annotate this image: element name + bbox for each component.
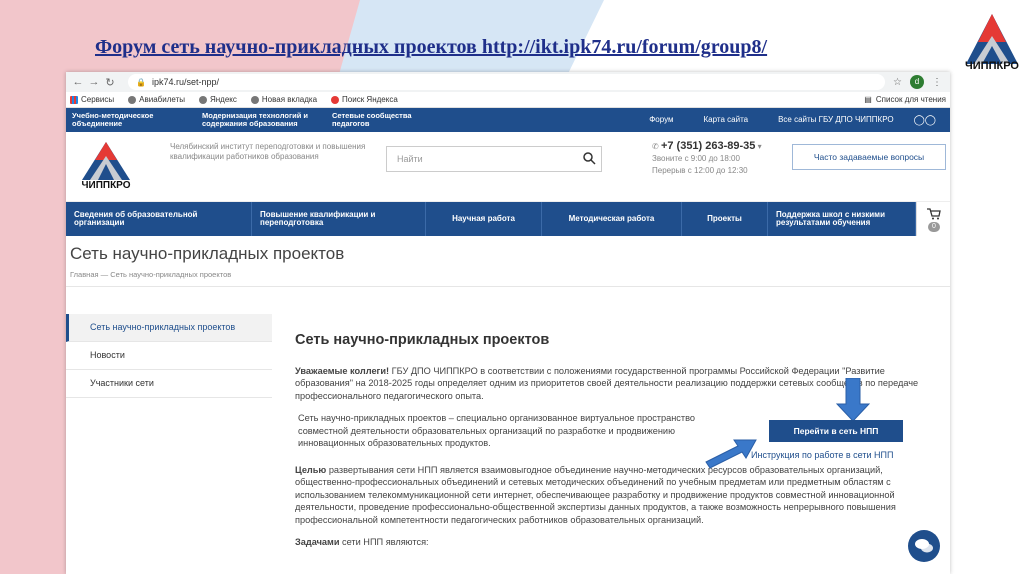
url-text: ipk74.ru/set-npp/ — [151, 77, 220, 87]
yandex-icon — [331, 95, 340, 104]
arrow-down-icon — [836, 378, 870, 422]
instruction-link[interactable]: Инструкция по работе в сети НПП — [751, 450, 893, 460]
reload-icon[interactable]: ↻ — [102, 76, 118, 89]
topstrip-link-all-sites[interactable]: Все сайты ГБУ ДПО ЧИППКРО — [768, 116, 904, 124]
back-icon[interactable]: ← — [70, 76, 86, 88]
topstrip-link-umo[interactable]: Учебно-методическое объединение — [66, 112, 196, 128]
breadcrumb: Главная — Сеть научно-прикладных проекто… — [70, 270, 231, 279]
nav-item-school-support[interactable]: Поддержка школ с низкими результатами об… — [768, 202, 916, 236]
corner-logo-text: ЧИППКРО — [965, 60, 1019, 72]
page-title: Сеть научно-прикладных проектов — [70, 244, 345, 263]
divider — [66, 286, 950, 287]
working-hours: Звоните с 9:00 до 18:00 — [652, 154, 740, 163]
sidebar-item-news[interactable]: Новости — [66, 342, 272, 370]
contacts-block: ✆ +7 (351) 263-89-35 ▾ Звоните с 9:00 до… — [652, 140, 762, 177]
site-logo-text: ЧИППКРО — [81, 180, 131, 191]
bookmark-new-tab[interactable]: Новая вкладка — [250, 95, 317, 104]
institute-description: Челябинский институт переподготовки и по… — [170, 142, 366, 161]
nav-item-science[interactable]: Научная работа — [426, 202, 542, 236]
topstrip-link-sitemap[interactable]: Карта сайта — [694, 116, 759, 124]
go-to-network-button[interactable]: Перейти в сеть НПП — [769, 420, 903, 442]
topstrip-link-communities[interactable]: Сетевые сообщества педагогов — [326, 112, 456, 128]
sidebar: Сеть научно-прикладных проектов Новости … — [66, 314, 272, 398]
cart-icon — [927, 208, 941, 220]
browser-toolbar: ← → ↻ 🔒 ipk74.ru/set-npp/ ☆ d ⋮ — [66, 72, 950, 92]
break-hours: Перерыв с 12:00 до 12:30 — [652, 166, 748, 175]
site-top-strip: Учебно-методическое объединение Модерниз… — [66, 108, 950, 132]
main-navigation: Сведения об образовательной организации … — [66, 202, 950, 236]
definition-paragraph: Сеть научно-прикладных проектов – специа… — [298, 413, 695, 448]
profile-avatar[interactable]: d — [910, 75, 924, 89]
main-content: Сеть научно-прикладных проектов Уважаемы… — [295, 332, 945, 559]
goal-paragraph: Целью развертывания сети НПП является вз… — [295, 464, 896, 525]
reading-list[interactable]: ▤ Список для чтения — [864, 95, 950, 104]
globe-icon — [250, 95, 259, 104]
nav-item-projects[interactable]: Проекты — [682, 202, 768, 236]
accessibility-glasses-icon[interactable]: ◯◯ — [914, 115, 950, 126]
content-title: Сеть научно-прикладных проектов — [295, 332, 550, 348]
menu-dots-icon[interactable]: ⋮ — [932, 77, 942, 88]
bookmarks-bar: Сервисы Авиабилеты Яндекс Новая вкладка … — [66, 92, 950, 108]
topstrip-link-forum[interactable]: Форум — [639, 116, 683, 124]
site-header: ЧИППКРО Челябинский институт переподгото… — [66, 132, 950, 202]
tasks-paragraph: Задачами сети НПП являются: — [295, 537, 429, 547]
sidebar-item-network[interactable]: Сеть научно-прикладных проектов — [66, 314, 272, 342]
globe-icon — [198, 95, 207, 104]
slide-title[interactable]: Форум сеть научно-прикладных проектов ht… — [95, 36, 767, 59]
lock-icon: 🔒 — [136, 77, 146, 87]
nav-item-about[interactable]: Сведения об образовательной организации — [66, 202, 252, 236]
search-input[interactable]: Найти — [386, 146, 602, 172]
cart-button[interactable]: 0 — [916, 202, 950, 236]
chevron-down-icon[interactable]: ▾ — [755, 142, 762, 151]
chat-bubble-icon — [915, 539, 933, 553]
reading-list-icon: ▤ — [864, 95, 872, 104]
topstrip-link-modernization[interactable]: Модернизация технологий и содержания обр… — [196, 112, 326, 128]
star-icon[interactable]: ☆ — [893, 77, 902, 88]
breadcrumb-home[interactable]: Главная — [70, 270, 99, 279]
bookmark-flights[interactable]: Авиабилеты — [128, 95, 185, 104]
nav-item-qualification[interactable]: Повышение квалификации и переподготовка — [252, 202, 426, 236]
search-icon[interactable] — [582, 151, 596, 165]
chat-button[interactable] — [908, 530, 940, 562]
apps-icon — [70, 95, 78, 104]
bookmark-yandex[interactable]: Яндекс — [198, 95, 237, 104]
bookmark-yandex-search[interactable]: Поиск Яндекса — [331, 95, 398, 104]
phone-number[interactable]: +7 (351) 263-89-35 — [661, 140, 755, 152]
phone-icon: ✆ — [652, 142, 661, 151]
breadcrumb-current: Сеть научно-прикладных проектов — [110, 270, 232, 279]
faq-button[interactable]: Часто задаваемые вопросы — [792, 144, 946, 170]
forward-icon[interactable]: → — [86, 76, 102, 88]
address-bar[interactable]: 🔒 ipk74.ru/set-npp/ — [128, 74, 886, 90]
breadcrumb-separator: — — [100, 270, 111, 279]
nav-item-methodology[interactable]: Методическая работа — [542, 202, 682, 236]
cart-count-badge: 0 — [928, 222, 940, 232]
globe-icon — [128, 95, 137, 104]
bookmark-services[interactable]: Сервисы — [70, 95, 114, 104]
browser-window: ← → ↻ 🔒 ipk74.ru/set-npp/ ☆ d ⋮ Сервисы … — [66, 72, 950, 574]
sidebar-item-participants[interactable]: Участники сети — [66, 370, 272, 398]
